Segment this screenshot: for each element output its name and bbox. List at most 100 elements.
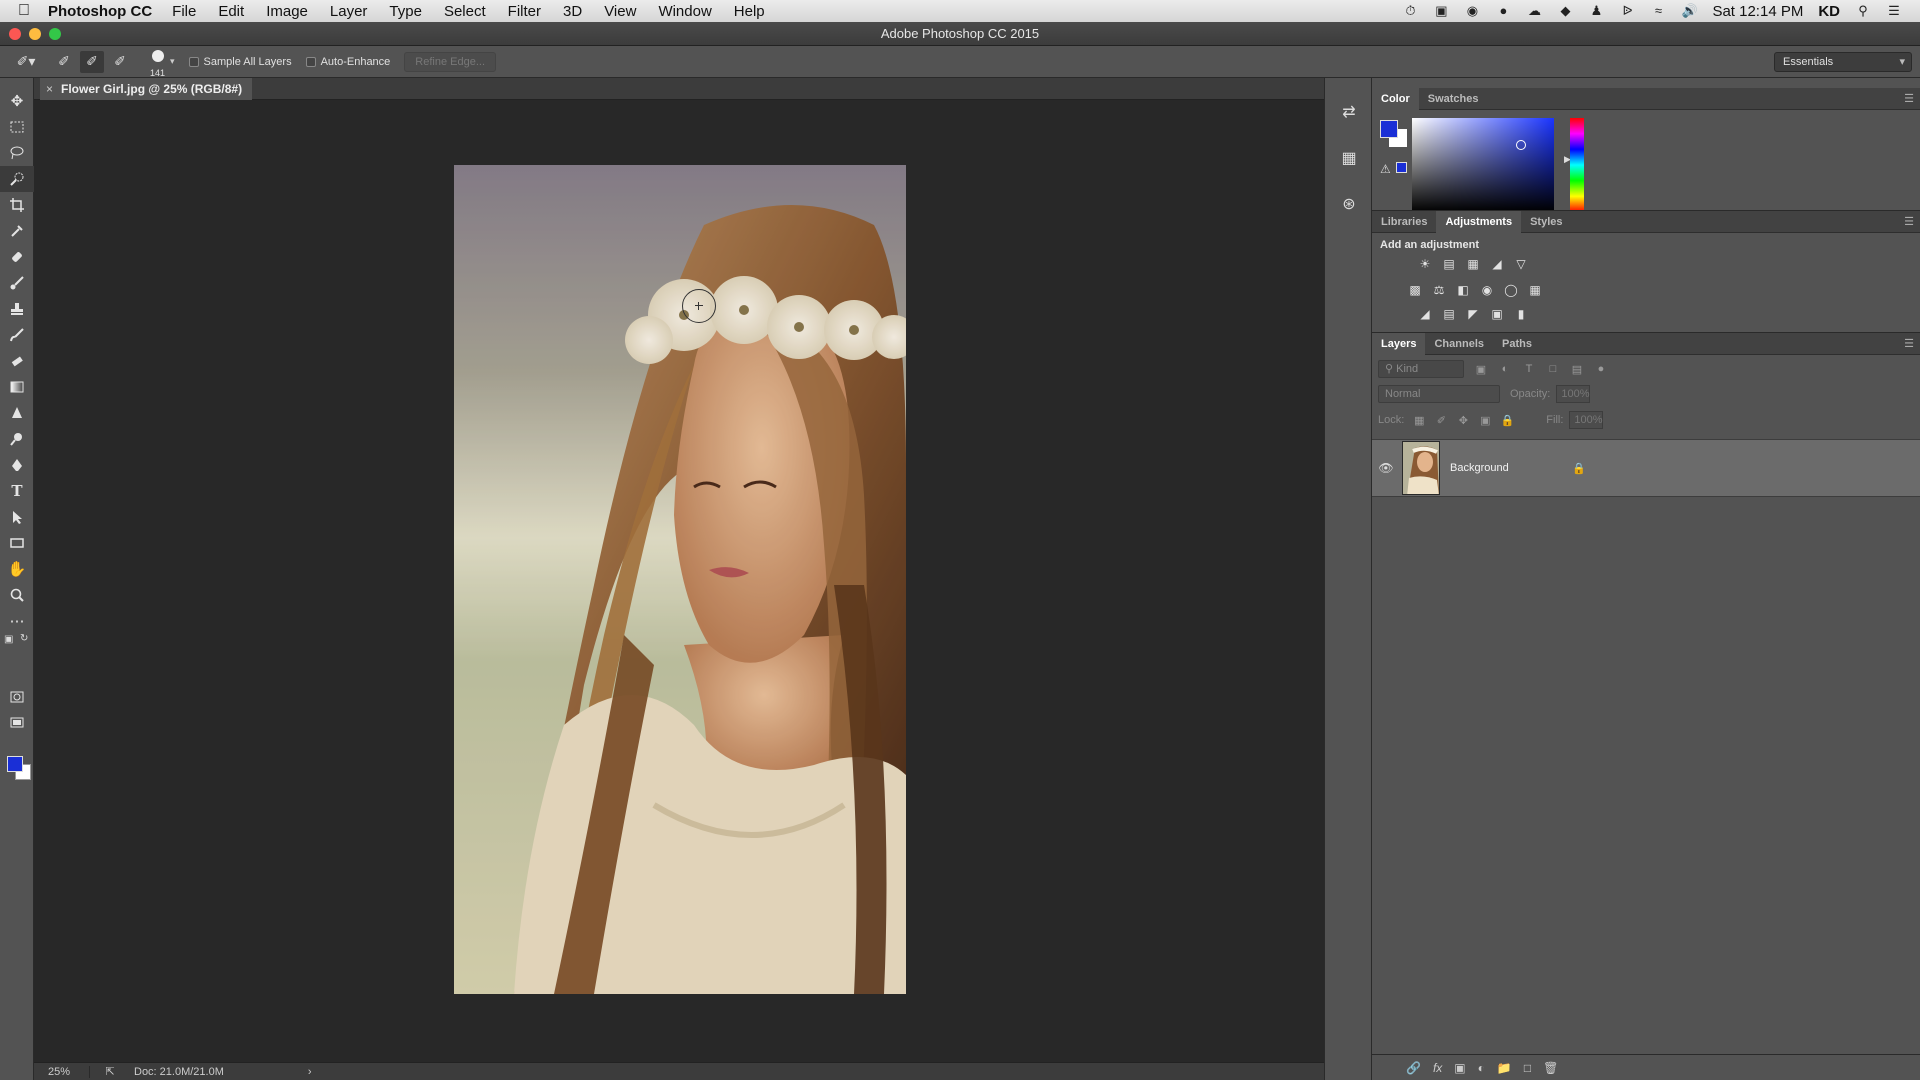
new-selection-brush-icon[interactable]: ✐ bbox=[52, 51, 76, 73]
workspace-select[interactable]: Essentials bbox=[1774, 51, 1912, 72]
user-initials[interactable]: KD bbox=[1818, 3, 1840, 20]
auto-enhance-checkbox[interactable]: Auto-Enhance bbox=[305, 56, 390, 68]
color-field-cursor[interactable] bbox=[1516, 140, 1526, 150]
menu-select[interactable]: Select bbox=[444, 3, 486, 20]
clock[interactable]: Sat 12:14 PM bbox=[1712, 3, 1803, 20]
posterize-icon[interactable]: ▤ bbox=[1440, 305, 1458, 323]
window-close-button[interactable] bbox=[9, 28, 21, 40]
layer-name[interactable]: Background bbox=[1450, 462, 1509, 474]
filter-pixel-icon[interactable]: ▣ bbox=[1474, 363, 1488, 376]
menu-edit[interactable]: Edit bbox=[218, 3, 244, 20]
volume-icon[interactable]: 🔊 bbox=[1681, 4, 1697, 18]
brush-tool-icon[interactable] bbox=[0, 270, 34, 296]
crop-tool-icon[interactable] bbox=[0, 192, 34, 218]
bluetooth-icon[interactable]: ᐉ bbox=[1619, 4, 1635, 18]
menu-layer[interactable]: Layer bbox=[330, 3, 368, 20]
actions-panel-icon[interactable]: ⊛ bbox=[1325, 184, 1373, 224]
properties-panel-icon[interactable]: ▦ bbox=[1325, 138, 1373, 178]
menu-filter[interactable]: Filter bbox=[508, 3, 541, 20]
tab-adjustments[interactable]: Adjustments bbox=[1436, 210, 1522, 233]
sample-all-layers-checkbox[interactable]: Sample All Layers bbox=[188, 56, 292, 68]
screen-recorder-icon[interactable]: ▣ bbox=[1433, 4, 1449, 18]
document-image[interactable] bbox=[454, 165, 906, 994]
layers-panel-menu-icon[interactable]: ☰ bbox=[1904, 337, 1914, 350]
flower-girl-photo[interactable] bbox=[454, 165, 906, 994]
color-panel-foreground-swatch[interactable] bbox=[1380, 120, 1398, 138]
apple-menu-icon[interactable]:  bbox=[0, 2, 48, 20]
filter-smart-object-icon[interactable]: ▤ bbox=[1570, 363, 1584, 376]
dodge-tool-icon[interactable] bbox=[0, 426, 34, 452]
blur-tool-icon[interactable] bbox=[0, 400, 34, 426]
history-panel-icon[interactable]: ⇄ bbox=[1325, 92, 1373, 132]
edit-toolbar-icon[interactable]: ⋯ bbox=[0, 608, 34, 634]
menu-window[interactable]: Window bbox=[658, 3, 711, 20]
tab-paths[interactable]: Paths bbox=[1493, 333, 1541, 355]
layer-thumbnail[interactable] bbox=[1402, 441, 1440, 495]
close-document-icon[interactable]: × bbox=[46, 78, 53, 100]
user-icon[interactable]: ♟ bbox=[1588, 4, 1604, 18]
document-tab[interactable]: × Flower Girl.jpg @ 25% (RGB/8#) bbox=[40, 78, 253, 100]
menu-type[interactable]: Type bbox=[389, 3, 422, 20]
tab-color[interactable]: Color bbox=[1372, 87, 1419, 110]
menu-3d[interactable]: 3D bbox=[563, 3, 582, 20]
sync-icon[interactable]: ● bbox=[1495, 4, 1511, 18]
delete-layer-icon[interactable]: 🗑 bbox=[1543, 1061, 1558, 1075]
healing-brush-tool-icon[interactable] bbox=[0, 244, 34, 270]
pen-tool-icon[interactable] bbox=[0, 452, 34, 478]
tab-swatches[interactable]: Swatches bbox=[1419, 88, 1488, 110]
default-colors-icon[interactable]: ▣ bbox=[4, 634, 13, 645]
curves-icon[interactable]: ▦ bbox=[1464, 255, 1482, 273]
tab-channels[interactable]: Channels bbox=[1425, 333, 1493, 355]
adjustments-panel-menu-icon[interactable]: ☰ bbox=[1904, 215, 1914, 228]
foreground-color-swatch[interactable] bbox=[7, 756, 23, 772]
out-of-gamut-warning-icon[interactable]: ⚠ bbox=[1380, 162, 1391, 176]
status-menu-chevron-icon[interactable]: › bbox=[308, 1066, 312, 1078]
lock-artboard-icon[interactable]: ▣ bbox=[1478, 414, 1492, 427]
cloud-icon[interactable]: ☁ bbox=[1526, 4, 1542, 18]
threshold-icon[interactable]: ◤ bbox=[1464, 305, 1482, 323]
gradient-tool-icon[interactable] bbox=[0, 374, 34, 400]
fill-input[interactable]: 100% bbox=[1569, 411, 1604, 429]
web-safe-color-swatch[interactable] bbox=[1396, 162, 1407, 173]
share-icon[interactable]: ⇱ bbox=[90, 1065, 130, 1078]
color-field[interactable] bbox=[1412, 118, 1554, 212]
notification-center-icon[interactable]: ☰ bbox=[1886, 4, 1902, 18]
sample-all-layers-box[interactable] bbox=[188, 56, 199, 67]
add-to-selection-brush-icon[interactable]: ✐ bbox=[80, 50, 104, 73]
link-layers-icon[interactable]: 🔗 bbox=[1406, 1061, 1421, 1075]
filter-toggle-icon[interactable]: ● bbox=[1594, 363, 1608, 375]
type-tool-icon[interactable]: T bbox=[0, 478, 34, 504]
blend-mode-select[interactable]: Normal bbox=[1378, 385, 1500, 403]
rectangular-marquee-tool-icon[interactable] bbox=[0, 114, 34, 140]
tab-libraries[interactable]: Libraries bbox=[1372, 211, 1436, 233]
opacity-input[interactable]: 100% bbox=[1556, 385, 1591, 403]
filter-adjustment-icon[interactable]: ◐ bbox=[1498, 363, 1512, 375]
layer-visibility-eye-icon[interactable]: 👁 bbox=[1372, 461, 1400, 475]
lock-all-icon[interactable]: 🔒 bbox=[1500, 414, 1514, 427]
black-white-icon[interactable]: ◧ bbox=[1454, 281, 1472, 299]
color-panel-menu-icon[interactable]: ☰ bbox=[1904, 92, 1914, 105]
quick-mask-icon[interactable] bbox=[0, 684, 34, 710]
hue-slider[interactable] bbox=[1570, 118, 1584, 212]
tab-styles[interactable]: Styles bbox=[1521, 211, 1571, 233]
zoom-level[interactable]: 25% bbox=[34, 1065, 90, 1078]
move-tool-icon[interactable]: ✥ bbox=[0, 88, 34, 114]
rectangle-tool-icon[interactable] bbox=[0, 530, 34, 556]
layer-filter-kind[interactable]: ⚲ Kind bbox=[1378, 360, 1464, 378]
layer-row[interactable]: 👁 Background 🔒 bbox=[1372, 439, 1920, 497]
clone-stamp-tool-icon[interactable] bbox=[0, 296, 34, 322]
gradient-map-icon[interactable]: ▮ bbox=[1512, 305, 1530, 323]
new-layer-icon[interactable]: □ bbox=[1524, 1061, 1531, 1075]
window-minimize-button[interactable] bbox=[29, 28, 41, 40]
menu-file[interactable]: File bbox=[172, 3, 196, 20]
refine-edge-button[interactable]: Refine Edge... bbox=[404, 51, 497, 72]
subtract-from-selection-brush-icon[interactable]: ✐ bbox=[108, 51, 132, 73]
add-mask-icon[interactable]: ▣ bbox=[1454, 1061, 1465, 1075]
photo-filter-icon[interactable]: ◉ bbox=[1478, 281, 1496, 299]
new-adjustment-layer-icon[interactable]: ◐ bbox=[1478, 1061, 1485, 1075]
menu-help[interactable]: Help bbox=[734, 3, 765, 20]
swap-colors-icon[interactable]: ↻ bbox=[20, 633, 28, 644]
app-menu[interactable]: Photoshop CC bbox=[48, 3, 152, 20]
filter-shape-icon[interactable]: □ bbox=[1546, 363, 1560, 375]
selective-color-icon[interactable]: ▣ bbox=[1488, 305, 1506, 323]
